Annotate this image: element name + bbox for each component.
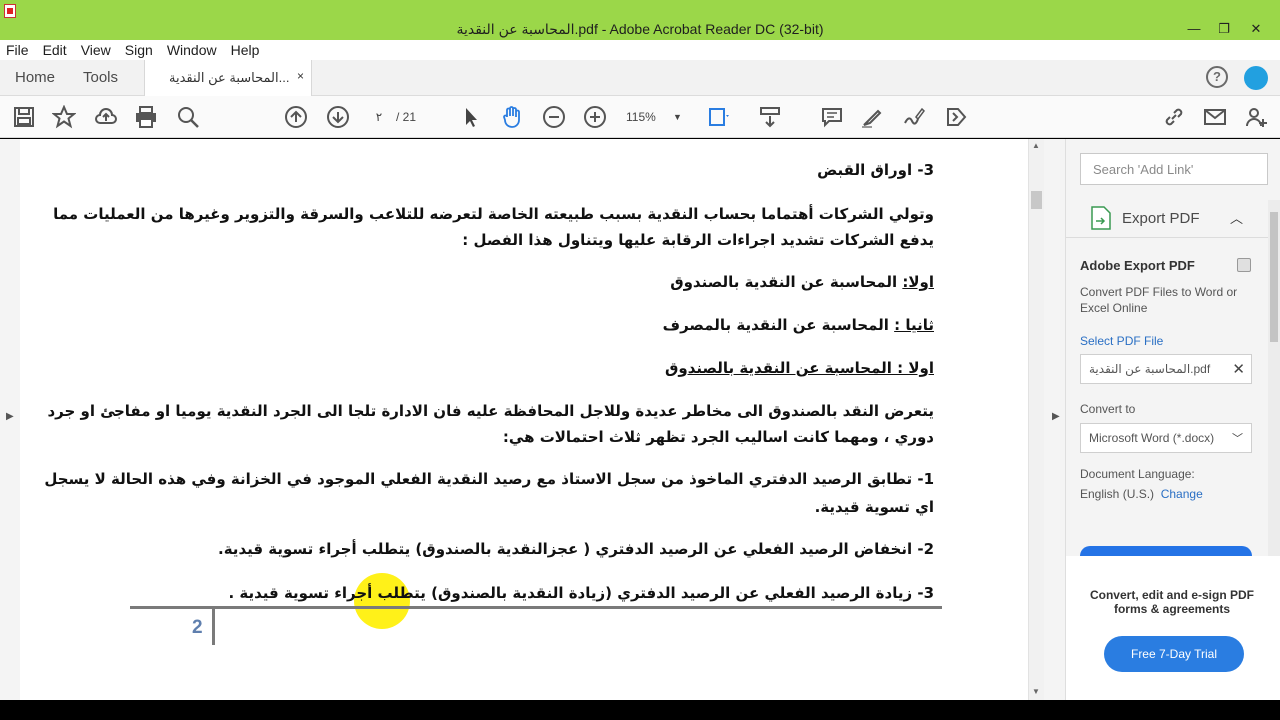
tab-document-label: المحاسبة عن النقدية... [169,70,290,85]
doc-case-line: اي تسوية قيدية. [814,498,934,516]
doc-paragraph-line: وتولي الشركات أهتماما بحساب النقدية بسبب… [53,205,934,223]
window-title: المحاسبة عن النقدية.pdf - Adobe Acrobat … [456,21,824,37]
scroll-thumb[interactable] [1031,191,1042,209]
chevron-down-icon[interactable]: ﹀ [1232,430,1243,446]
save-icon[interactable] [12,105,36,129]
tab-home[interactable]: Home [15,69,55,86]
page-number-label: 2 [192,617,203,638]
search-input[interactable]: Search 'Add Link' [1080,153,1268,185]
selected-file-name: المحاسبة عن النقدية.pdf [1089,362,1211,376]
right-panel-toggle[interactable]: ▶ [1044,139,1066,700]
previous-page-icon[interactable] [284,105,308,129]
hand-tool-icon[interactable] [500,105,524,129]
free-trial-button[interactable]: Free 7-Day Trial [1104,636,1244,672]
convert-to-select[interactable]: Microsoft Word (*.docx) ﹀ [1080,423,1252,453]
tab-tools[interactable]: Tools [83,69,118,86]
promo-box [1066,556,1280,700]
tab-bar: Home Tools المحاسبة عن النقدية... × [0,60,1280,96]
doc-list-item-2-text: المحاسبة عن النقدية بالمصرف [662,316,895,334]
doc-case-line: 1- تطابق الرصيد الدفتري الماخوذ من سجل ا… [44,470,934,488]
convert-to-label: Convert to [1080,402,1136,416]
document-view[interactable]: 3- اوراق القبض وتولي الشركات أهتماما بحس… [20,139,1028,700]
zoom-dropdown-icon[interactable]: ▼ [673,106,682,128]
email-icon[interactable] [1203,105,1227,129]
next-page-icon[interactable] [326,105,350,129]
doc-list-item-1-text: المحاسبة عن النقدية بالصندوق [670,273,903,291]
page-number-input[interactable]: ٢ [364,106,394,128]
promo-text: Convert, edit and e-sign PDF forms & agr… [1089,588,1254,616]
select-cursor-icon[interactable] [458,105,482,129]
doc-heading: 3- اوراق القبض [817,161,934,179]
left-panel-toggle[interactable]: ▶ [0,139,20,700]
doc-case-line: 2- انخفاض الرصيد الفعلي عن الرصيد الدفتر… [218,540,934,558]
tools-pane-scrollbar[interactable] [1268,200,1280,556]
export-pdf-label[interactable]: Export PDF [1122,210,1200,227]
doc-paragraph-line: يتعرض النقد بالصندوق الى مخاطر عديدة ولل… [47,402,934,420]
doc-language-label: Document Language: [1080,467,1195,481]
copy-icon[interactable] [1237,258,1251,272]
convert-button-partial[interactable] [1080,546,1252,556]
selected-file-field[interactable]: المحاسبة عن النقدية.pdf ✕ [1080,354,1252,384]
close-window-button[interactable]: ✕ [1236,20,1276,40]
menu-window[interactable]: Window [167,42,217,58]
zoom-in-icon[interactable] [583,105,607,129]
close-tab-icon[interactable]: × [297,69,304,83]
page-footer-rule [130,606,942,609]
add-user-icon[interactable] [1244,105,1268,129]
document-scrollbar[interactable]: ▲ ▼ [1028,139,1044,700]
menu-view[interactable]: View [81,42,111,58]
doc-paragraph-line: دوري ، ومهما كانت اساليب الجرد تظهر ثلاث… [502,428,934,446]
doc-language-text: English (U.S.) [1080,487,1155,501]
print-icon[interactable] [134,105,158,129]
comment-icon[interactable] [820,105,844,129]
zoom-out-icon[interactable] [542,105,566,129]
convert-to-value: Microsoft Word (*.docx) [1089,431,1215,445]
menu-sign[interactable]: Sign [125,42,153,58]
tools-pane-scroll-thumb[interactable] [1270,212,1278,342]
upload-cloud-icon[interactable] [94,105,118,129]
doc-list-item-1-prefix: اولا: [902,273,934,291]
tab-document[interactable]: المحاسبة عن النقدية... × [144,60,312,96]
scroll-up-icon[interactable]: ▲ [1032,141,1040,150]
change-language-link[interactable]: Change [1161,487,1203,501]
screen-bottom-edge [0,700,1280,720]
more-tools-icon[interactable] [944,105,968,129]
doc-case-line: 3- زيادة الرصيد الفعلي عن الرصيد الدفتري… [228,584,934,602]
collapse-right-icon[interactable]: ▶ [1052,411,1060,422]
page-footer-divider [212,609,215,645]
help-icon[interactable]: ? [1206,66,1228,88]
doc-paragraph-line: يدفع الشركات تشديد اجراءات الرقابة عليها… [462,231,934,249]
highlight-pen-icon[interactable] [860,105,884,129]
title-bar: المحاسبة عن النقدية.pdf - Adobe Acrobat … [0,0,1280,40]
chevron-up-icon[interactable]: ︿ [1230,208,1243,227]
page-total: / 21 [396,110,417,124]
share-link-icon[interactable] [1162,105,1186,129]
export-pdf-icon [1090,206,1112,230]
expand-left-icon[interactable]: ▶ [6,411,14,422]
doc-list-item-2: ثانيا : المحاسبة عن النقدية بالمصرف [663,316,934,334]
fit-page-icon[interactable] [706,105,730,129]
zoom-level-select[interactable]: 115% [626,106,656,128]
menu-bar: File Edit View Sign Window Help [0,40,1280,60]
select-pdf-file-link[interactable]: Select PDF File [1080,334,1163,348]
search-zoom-icon[interactable] [176,105,200,129]
doc-section-title: اولا : المحاسبة عن النقدية بالصندوق [664,359,934,377]
acrobat-app-icon [4,4,16,18]
scroll-mode-icon[interactable] [758,105,782,129]
menu-file[interactable]: File [6,42,29,58]
export-description: Convert PDF Files to Word or Excel Onlin… [1080,285,1238,315]
divider [1066,237,1268,238]
export-panel-title: Adobe Export PDF [1080,258,1195,273]
menu-help[interactable]: Help [231,42,260,58]
bookmark-star-icon[interactable] [51,104,77,129]
scroll-down-icon[interactable]: ▼ [1032,687,1040,696]
doc-language-value: English (U.S.) Change [1080,487,1203,501]
avatar[interactable] [1244,66,1268,90]
doc-list-item-1: اولا: المحاسبة عن النقدية بالصندوق [670,273,934,291]
remove-file-icon[interactable]: ✕ [1232,360,1245,378]
doc-list-item-2-prefix: ثانيا : [894,316,934,334]
menu-edit[interactable]: Edit [43,42,67,58]
sign-icon[interactable] [902,105,926,129]
